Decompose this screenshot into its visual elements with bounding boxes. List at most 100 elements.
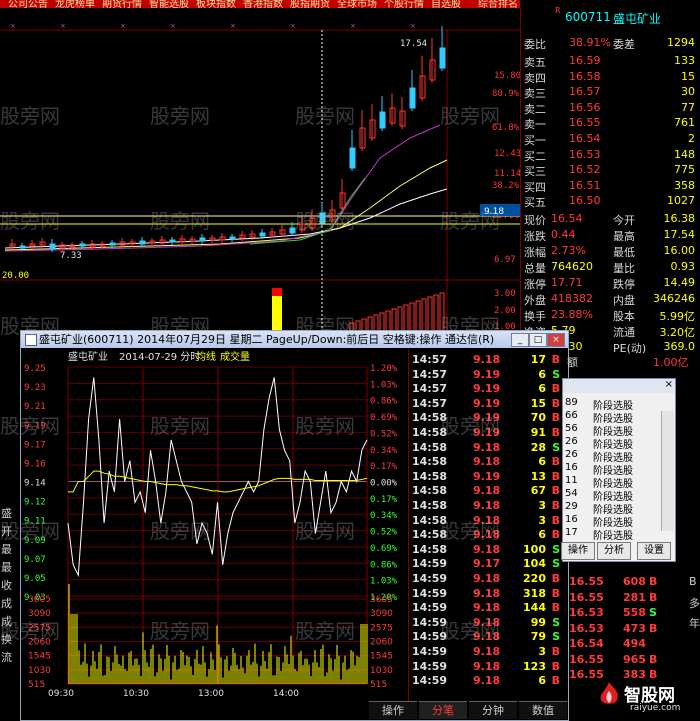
tick-row: 14:58 9.19 13 B (412, 469, 560, 483)
time-tick: 09:30 (48, 689, 74, 699)
maximize-button[interactable]: □ (529, 333, 547, 347)
tick-row: 14:59 9.18 123 B (412, 659, 560, 673)
bid-row: 买三 16.52 775 (524, 163, 695, 179)
quote-panel: R 600711 盛屯矿业 委比 38.91% 委差 1294 卖五 16.59 1… (520, 6, 700, 368)
dialog-list-item[interactable]: 17 阶段选股 (563, 527, 661, 542)
analyze-button[interactable]: 分析 (597, 542, 631, 560)
vol-tick-right: 3605 (370, 595, 393, 605)
svg-text:9.18: 9.18 (484, 207, 504, 217)
intraday-chart[interactable]: 盛屯矿业 2014-07-29 分时 均线 成交量 9.25 9.23 9.21 9.… (22, 349, 407, 719)
price-tick: 9.17 (24, 440, 46, 450)
tick-list[interactable]: 14:57 9.18 17 B 14:57 9.19 6 S 14:57 9.19 6 B 14:57 9… (408, 349, 568, 701)
bid-row: 买一 16.54 2 (524, 132, 695, 147)
tick-row: 14:58 9.19 91 B (412, 426, 560, 439)
svg-text:20.00: 20.00 (2, 271, 29, 281)
vol-tick-right: 1030 (370, 666, 393, 676)
window-titlebar[interactable]: 盛屯矿业(600711) 2014年07月29日 星期二 PageUp/Down… (21, 331, 568, 348)
time-tick: 13:00 (198, 689, 224, 699)
svg-text:11.14: 11.14 (494, 169, 520, 179)
menu-item[interactable]: 香港指数 (243, 0, 283, 8)
menu-item[interactable]: 龙虎榜单 (55, 0, 95, 8)
menu-item[interactable]: 股指期货 (290, 0, 330, 8)
side-label: 成 (1, 615, 12, 628)
kline-chart[interactable]: × × × × × × × × 17.54 15.80 80.9% 61.8% 12.43 … (0, 8, 520, 333)
stat-row: 换手 23.88% 股本 5.99亿 (524, 308, 695, 323)
tick-row: 14:58 9.19 70 B (412, 411, 560, 425)
minimize-button[interactable]: _ (511, 333, 529, 347)
tab-1[interactable]: 分笔 (419, 701, 467, 719)
menu-item[interactable]: 智能选股 (149, 0, 189, 8)
dialog-close-button[interactable]: × (665, 379, 673, 390)
tab-2[interactable]: 分钟 (469, 701, 517, 719)
pct-tick: 0.17% (370, 495, 398, 505)
deal-row: 16.55 281 B (569, 590, 658, 604)
menu-item[interactable]: 全球市场 (337, 0, 377, 8)
svg-text:80.9%: 80.9% (492, 89, 520, 99)
tab-3[interactable]: 数值 (519, 701, 567, 719)
signal-markers: × × × × × × × × (10, 22, 416, 30)
vol-tick: 2060 (28, 638, 51, 648)
price-tick: 9.25 (24, 364, 46, 374)
menu-item[interactable]: 板块指数 (196, 0, 236, 8)
svg-text:×: × (170, 22, 176, 30)
candle-body (229, 236, 236, 240)
price-tick: 9.19 (24, 421, 46, 431)
intraday-window[interactable]: 盛屯矿业(600711) 2014年07月29日 星期二 PageUp/Down… (20, 330, 569, 721)
pct-tick: 0.34% (370, 511, 398, 521)
svg-text:成交量: 成交量 (220, 350, 250, 363)
tick-row: 14:58 9.18 6 B (412, 528, 560, 542)
menu-item[interactable]: 个股行情 (384, 0, 424, 8)
stat-row: 外盘 418382 内盘 346246 (524, 292, 695, 307)
vol-tick-right: 1545 (370, 652, 393, 662)
app-icon (25, 334, 37, 346)
svg-text:61.8%: 61.8% (492, 123, 520, 133)
side-label: 最 (1, 543, 12, 556)
vol-tick-right: 2575 (370, 623, 393, 633)
svg-text:7.33: 7.33 (60, 251, 82, 261)
settings-button[interactable]: 设置 (637, 542, 671, 560)
menu-item[interactable]: 自选股 (431, 0, 461, 8)
tick-row: 14:59 9.18 99 S (412, 615, 560, 629)
pct-tick: 0.69% (370, 413, 398, 423)
stock-picker-dialog[interactable]: × 89 阶段选股 66 阶段选股 56 阶段选股 26 阶段选股 26 阶段选股 16 阶段选股 11… (561, 378, 676, 562)
menu-item[interactable]: 公司公告 (8, 0, 48, 8)
svg-text:12.43: 12.43 (494, 149, 520, 159)
ask-row: 卖三 16.57 30 (524, 85, 695, 101)
svg-text:×: × (350, 22, 356, 30)
close-button[interactable]: × (547, 333, 565, 347)
svg-text:×: × (230, 22, 236, 30)
ask-row: 卖二 16.56 77 (524, 100, 695, 116)
menu-item[interactable]: 期货行情 (102, 0, 142, 8)
stat-row: 涨跌 0.44 最高 17.54 (524, 228, 695, 243)
dialog-scrollbar[interactable] (661, 411, 674, 531)
price-tick: 9.12 (24, 498, 46, 508)
candle-body (49, 243, 56, 250)
tick-row: 14:59 9.18 6 B (412, 674, 560, 688)
time-tick: 14:00 (273, 689, 299, 699)
tick-row: 14:58 9.18 28 S (412, 440, 560, 454)
vol-tick-right: 2060 (370, 638, 393, 648)
volume-bar (415, 300, 421, 333)
stock-name: 盛屯矿业 (613, 12, 662, 26)
top-menu-bar: 公司公告 龙虎榜单 期货行情 智能选股 板块指数 香港指数 股指期货 全球市场 个股行情 自选股 综… (0, 0, 520, 8)
svg-text:×: × (10, 22, 16, 30)
deal-row: 16.54 494 (569, 637, 646, 650)
svg-text:2014-07-29 分时: 2014-07-29 分时 (119, 351, 200, 363)
dialog-titlebar[interactable]: × (563, 379, 675, 393)
volume-bars (349, 292, 445, 333)
menu-item[interactable]: 综合排名 (478, 0, 518, 8)
edge-label: B (689, 575, 697, 588)
op-button[interactable]: 操作 (561, 542, 595, 560)
stock-header: R 600711 盛屯矿业 (555, 6, 662, 26)
deal-row: 16.53 473 B (569, 621, 658, 635)
price-tick: 9.07 (24, 555, 46, 565)
tick-row: 14:58 9.18 67 B (412, 484, 560, 498)
flame-icon (600, 682, 618, 704)
deal-row: 16.53 558 S (569, 606, 657, 619)
bid-row: 买五 16.50 1027 (524, 194, 695, 210)
pct-tick: 0.52% (370, 429, 398, 439)
svg-text:×: × (410, 22, 416, 30)
tab-0[interactable]: 操作 (369, 701, 417, 719)
tick-row: 14:57 9.19 6 B (412, 382, 560, 396)
candle-body (19, 245, 26, 249)
